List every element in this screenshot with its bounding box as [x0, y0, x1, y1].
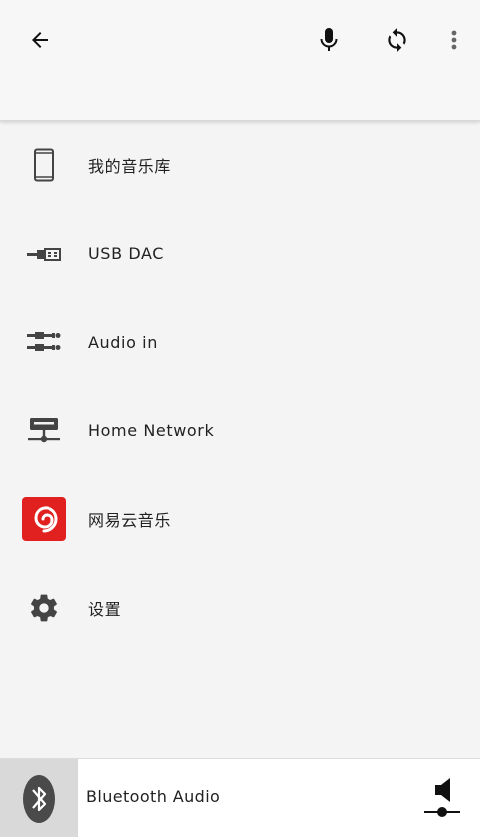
source-list: 我的音乐库 USB DAC Audio in Home Network 网易云音… [0, 121, 480, 652]
usb-icon [22, 232, 66, 276]
network-icon [22, 409, 66, 453]
list-item-my-music-library[interactable]: 我的音乐库 [0, 121, 480, 210]
bluetooth-source-tile[interactable] [0, 759, 78, 837]
list-item-label: 我的音乐库 [88, 157, 172, 177]
list-item-label: Home Network [88, 421, 215, 441]
top-app-bar [0, 0, 480, 121]
list-item-settings[interactable]: 设置 [0, 564, 480, 653]
now-playing-bar[interactable]: Bluetooth Audio [0, 758, 480, 837]
bluetooth-icon [23, 774, 55, 823]
list-item-label: 网易云音乐 [88, 511, 172, 531]
list-item-usb-dac[interactable]: USB DAC [0, 210, 480, 299]
back-button[interactable] [22, 22, 58, 58]
refresh-icon [388, 28, 406, 52]
netease-music-icon [22, 497, 66, 542]
list-item-netease-cloud-music[interactable]: 网易云音乐 [0, 475, 480, 564]
refresh-button[interactable] [379, 22, 415, 58]
voice-search-button[interactable] [311, 22, 347, 58]
phone-icon [22, 143, 66, 187]
arrow-left-icon [32, 32, 48, 48]
more-options-button[interactable] [436, 22, 472, 58]
audio-jack-icon [22, 320, 66, 364]
gear-icon [22, 586, 66, 630]
list-item-audio-in[interactable]: Audio in [0, 298, 480, 387]
list-item-label: USB DAC [88, 244, 165, 264]
speaker-volume-icon [424, 778, 460, 817]
microphone-icon [320, 28, 338, 51]
volume-button[interactable] [420, 775, 464, 823]
now-playing-source-label: Bluetooth Audio [86, 787, 221, 806]
list-item-home-network[interactable]: Home Network [0, 387, 480, 476]
list-item-label: 设置 [88, 599, 122, 619]
more-vertical-icon [451, 30, 457, 50]
list-item-label: Audio in [88, 332, 158, 352]
